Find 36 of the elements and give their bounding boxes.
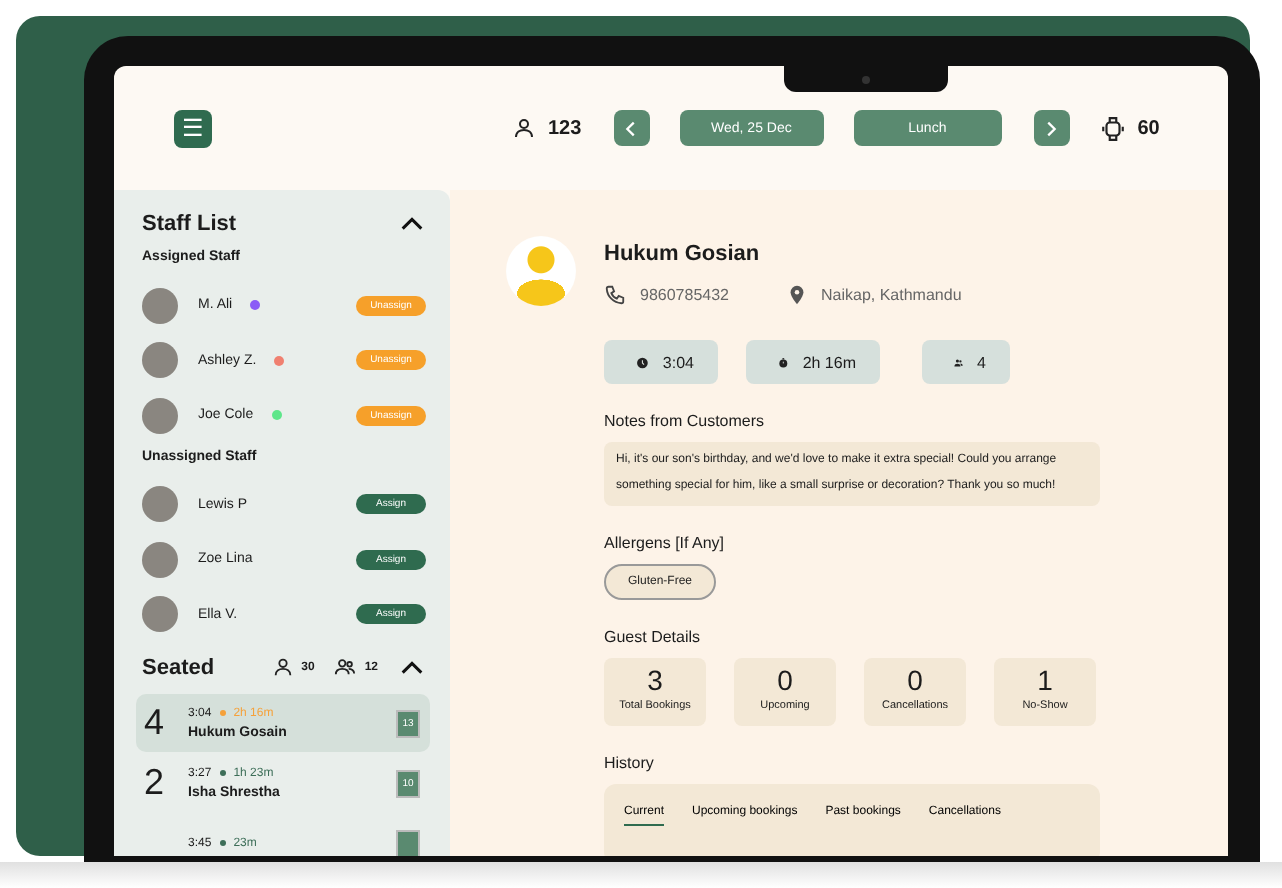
next-button[interactable] [1033, 110, 1070, 146]
section-title: Seated [142, 655, 215, 679]
address: Naikap, Kathmandu [821, 286, 962, 304]
person-icon [512, 116, 536, 140]
section-title: Guest Details [604, 628, 703, 646]
avatar [506, 236, 576, 306]
location-pin-icon [785, 284, 807, 306]
stat-value: 1 [1035, 664, 1055, 696]
section-title: Staff List [142, 211, 237, 235]
phone-icon [604, 284, 626, 306]
stat-value: 3 [645, 664, 665, 696]
avatar [142, 486, 178, 523]
phone-number: 9860785432 [640, 286, 729, 304]
group-icon [334, 656, 357, 678]
table-count: 60 [1137, 117, 1160, 139]
avatar [142, 342, 178, 379]
avatar [142, 596, 178, 633]
section-title: History [604, 754, 656, 772]
guest-name: Hukum Gosian [604, 242, 762, 266]
party-size: 4 [144, 702, 167, 744]
chip-value: 3:04 [662, 353, 694, 371]
avatar [142, 287, 178, 324]
stat-value: 0 [775, 664, 795, 696]
person-icon [271, 656, 294, 678]
table-badge [398, 831, 418, 855]
previous-button[interactable] [613, 110, 650, 146]
chip-value: 2h 16m [802, 353, 856, 371]
party-size: 2 [144, 762, 167, 804]
guest-count: 123 [548, 117, 582, 139]
stat-value: 0 [905, 664, 925, 696]
avatar [142, 541, 178, 578]
chip-value: 4 [977, 353, 986, 371]
section-title: Allergens [If Any] [604, 534, 727, 552]
section-title: Notes from Customers [604, 412, 767, 430]
avatar [142, 397, 178, 434]
menu-button[interactable]: ☰ [174, 109, 212, 147]
